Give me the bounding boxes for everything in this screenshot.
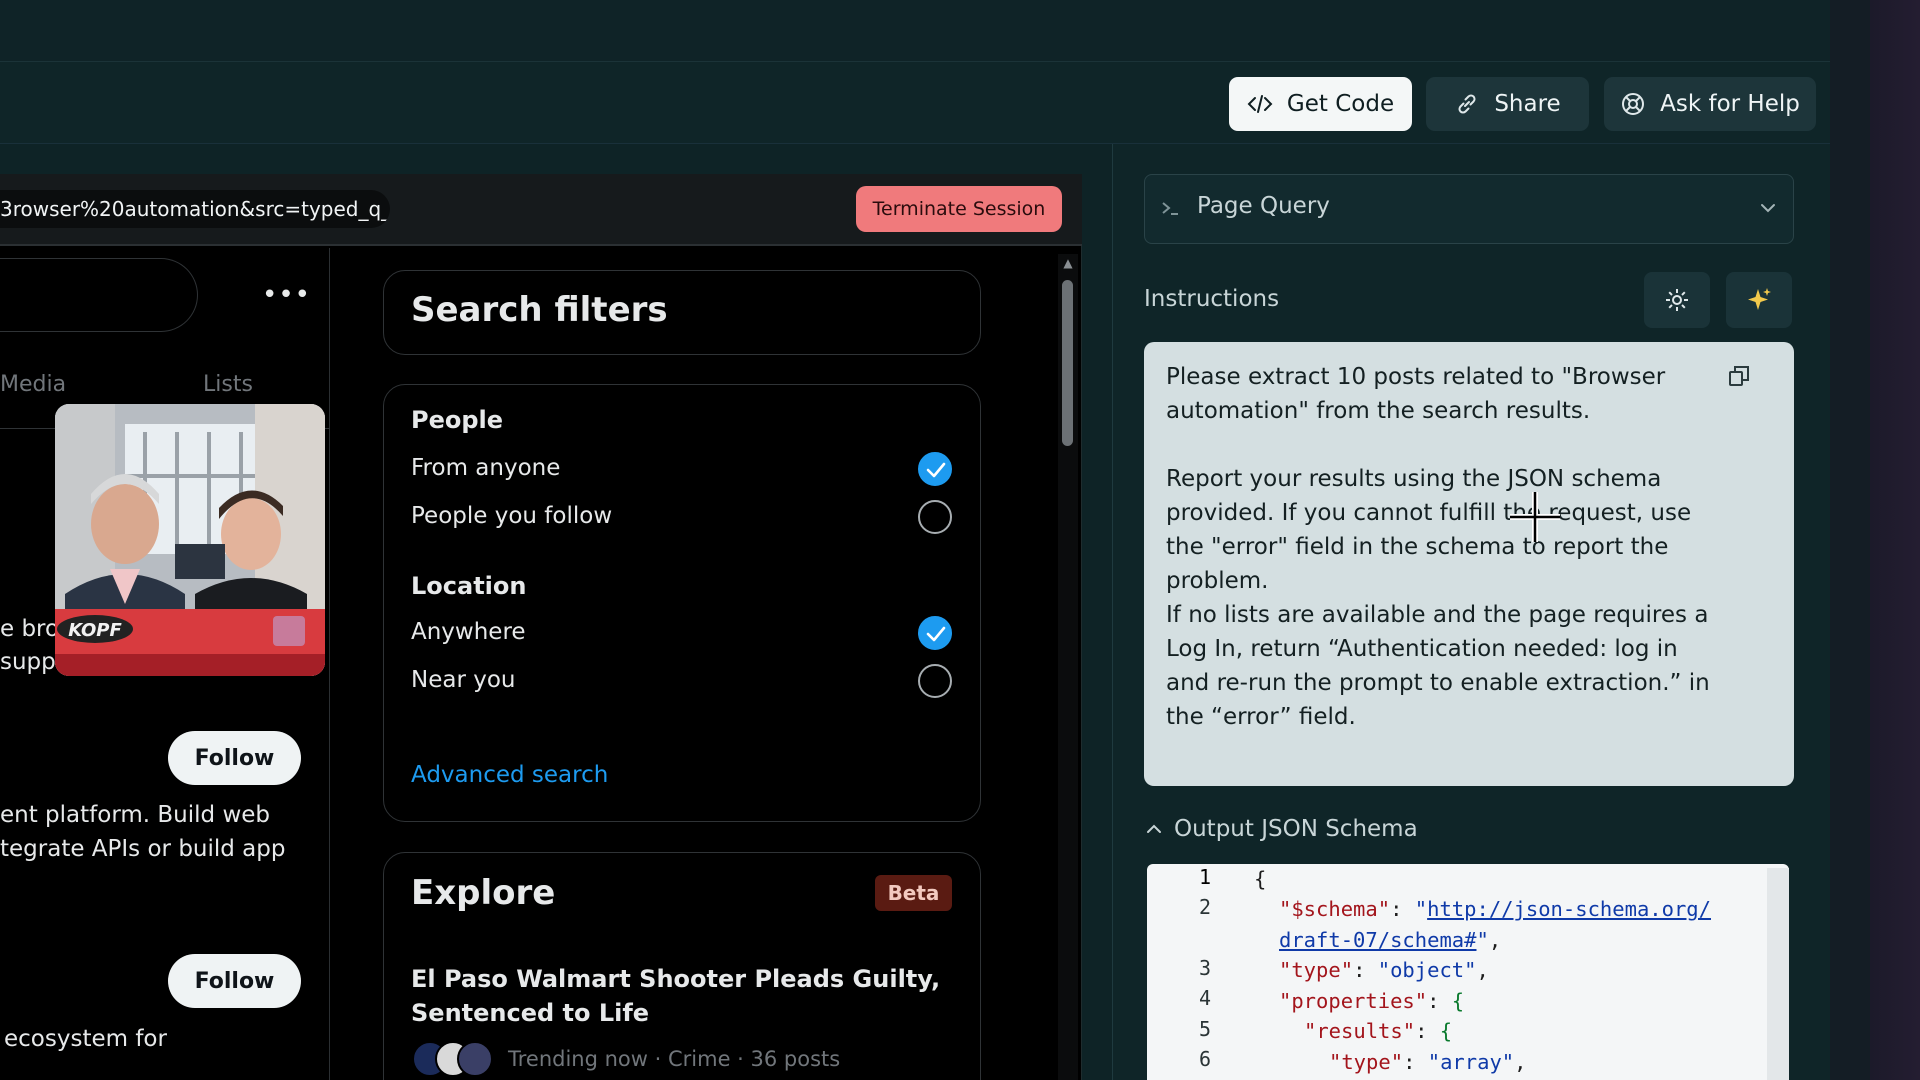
terminate-session-label: Terminate Session — [872, 198, 1046, 220]
generate-button[interactable] — [1726, 272, 1792, 328]
url-field[interactable]: 3rowser%20automation&src=typed_q_ — [0, 190, 390, 228]
option-from-anyone[interactable]: From anyone — [411, 455, 560, 481]
filters-card — [383, 384, 981, 822]
feed-snippet: tegrate APIs or build app — [0, 836, 286, 862]
code-line: { — [1254, 867, 1267, 891]
chevron-down-icon[interactable] — [1756, 196, 1780, 220]
output-schema-toggle[interactable]: Output JSON Schema — [1144, 816, 1418, 842]
video-badge-text: KOPF — [68, 620, 122, 641]
more-options-icon[interactable]: ••• — [262, 280, 310, 310]
check-icon — [926, 626, 946, 642]
people-you-follow-radio[interactable] — [918, 500, 952, 534]
option-people-you-follow[interactable]: People you follow — [411, 503, 612, 529]
feed-snippet: ent platform. Build web — [0, 802, 271, 828]
tab-media[interactable]: Media — [0, 372, 66, 397]
video-frame-image: KOPF — [55, 404, 325, 676]
code-line: "type": "array", — [1329, 1050, 1527, 1074]
check-icon — [926, 462, 946, 478]
beta-badge-label: Beta — [887, 881, 940, 905]
editor-scrollbar[interactable] — [1767, 868, 1789, 1080]
link-icon — [1458, 94, 1476, 114]
anywhere-radio[interactable] — [918, 616, 952, 650]
terminate-session-button[interactable]: Terminate Session — [856, 186, 1062, 232]
ask-for-help-button[interactable]: Ask for Help — [1604, 77, 1816, 131]
gear-icon — [1666, 289, 1688, 311]
people-heading: People — [411, 406, 504, 434]
code-line: "properties": { — [1279, 989, 1465, 1013]
search-input[interactable] — [0, 258, 198, 332]
line-number: 2 — [1198, 895, 1211, 919]
near-you-radio[interactable] — [918, 664, 952, 698]
beta-badge: Beta — [875, 875, 952, 911]
get-code-label: Get Code — [1286, 91, 1395, 117]
line-number: 4 — [1198, 986, 1211, 1010]
scroll-up-icon[interactable]: ▲ — [1060, 256, 1076, 270]
share-label: Share — [1494, 91, 1561, 117]
line-number: 1 — [1198, 865, 1211, 889]
video-preview[interactable]: KOPF — [55, 404, 325, 676]
sparkle-icon — [1748, 288, 1771, 310]
output-schema-label: Output JSON Schema — [1174, 816, 1418, 842]
scrollbar-thumb[interactable] — [1062, 280, 1073, 446]
code-line: "type": "object", — [1279, 958, 1489, 982]
crosshair-cursor-icon — [1506, 488, 1564, 546]
follow-button[interactable]: Follow — [168, 731, 301, 785]
avatar-stack-icon — [412, 1041, 493, 1077]
from-anyone-radio[interactable] — [918, 452, 952, 486]
trend-meta: Trending now · Crime · 36 posts — [508, 1047, 841, 1071]
option-near-you[interactable]: Near you — [411, 667, 515, 693]
line-number: 5 — [1198, 1017, 1211, 1041]
instructions-textarea[interactable]: Please extract 10 posts related to "Brow… — [1144, 342, 1794, 786]
copy-icon[interactable] — [1727, 364, 1751, 388]
explore-title: Explore — [411, 873, 556, 913]
help-icon — [1622, 93, 1645, 115]
instructions-text: Please extract 10 posts related to "Brow… — [1166, 364, 1710, 730]
window-edge — [1830, 0, 1870, 1080]
feed-snippet: ecosystem for — [4, 1026, 167, 1052]
line-number: 6 — [1198, 1047, 1211, 1071]
window-top-band — [0, 0, 1830, 62]
ask-for-help-label: Ask for Help — [1660, 91, 1800, 117]
trend-title[interactable]: El Paso Walmart Shooter Pleads Guilty, S… — [411, 962, 951, 1030]
url-text: 3rowser%20automation&src=typed_q_ — [0, 197, 390, 221]
advanced-search-link[interactable]: Advanced search — [411, 762, 608, 788]
get-code-button[interactable]: Get Code — [1229, 77, 1412, 131]
code-line: draft-07/schema#", — [1279, 928, 1502, 952]
search-filters-title: Search filters — [411, 290, 668, 330]
code-line: "$schema": "http://json-schema.org/ — [1279, 897, 1711, 921]
page-query-label: Page Query — [1197, 193, 1330, 219]
code-line: "results": { — [1304, 1019, 1453, 1043]
follow-button[interactable]: Follow — [168, 954, 301, 1008]
terminal-prompt-icon — [1160, 198, 1180, 218]
code-icon — [1247, 95, 1273, 113]
chevron-up-icon — [1147, 824, 1161, 833]
feed-snippet: e bro — [0, 616, 60, 642]
desktop-edge — [1870, 0, 1920, 1080]
settings-button[interactable] — [1644, 272, 1710, 328]
line-number: 3 — [1198, 956, 1211, 980]
option-anywhere[interactable]: Anywhere — [411, 619, 526, 645]
instructions-label: Instructions — [1144, 286, 1280, 312]
location-heading: Location — [411, 572, 527, 600]
follow-label: Follow — [194, 968, 275, 994]
trend-avatars — [411, 1040, 495, 1078]
tab-lists[interactable]: Lists — [203, 372, 253, 397]
share-button[interactable]: Share — [1426, 77, 1589, 131]
follow-label: Follow — [194, 745, 275, 771]
